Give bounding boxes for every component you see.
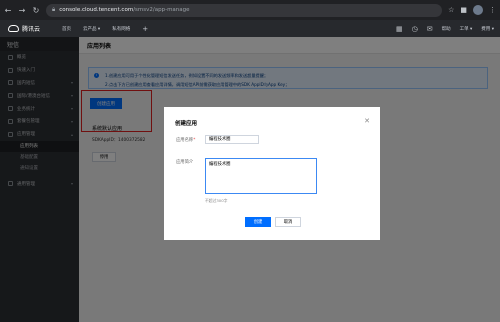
console-topnav: 腾讯云 首页 云产品 ▾ 私有网络 + ▦ ◷ ✉ 帮助 工单 ▾ 费用 ▾ [0, 20, 500, 37]
address-bar[interactable]: 🔒︎ console.cloud.tencent.com/smsv2/app-m… [46, 3, 443, 17]
forward-icon[interactable]: → [18, 6, 26, 15]
mail-icon[interactable]: ✉ [427, 25, 433, 33]
extension-icon[interactable]: ■ [460, 6, 467, 14]
browser-toolbar: ← → ↻ 🔒︎ console.cloud.tencent.com/smsv2… [0, 0, 500, 20]
logo-text: 腾讯云 [22, 26, 41, 33]
profile-avatar[interactable] [473, 5, 483, 15]
app-name-label: 应用名称* [176, 137, 195, 143]
clock-icon[interactable]: ◷ [412, 25, 418, 33]
dialog-title: 创建应用 [175, 121, 198, 127]
topnav-home[interactable]: 首页 [56, 26, 77, 32]
close-icon[interactable]: ✕ [364, 117, 370, 125]
grid-icon[interactable]: ▦ [396, 25, 403, 33]
create-app-dialog: 创建应用 ✕ 应用名称* 编程技术圈 应用简介 编程技术圈 不超过300字 创建… [164, 107, 380, 240]
app-desc-textarea[interactable]: 编程技术圈 [205, 158, 317, 194]
url-host: console.cloud.tencent.com [59, 7, 134, 13]
topnav-vpc[interactable]: 私有网络 [106, 26, 136, 32]
url-path: /smsv2/app-manage [133, 7, 190, 13]
cloud-logo-icon [8, 25, 19, 32]
topnav-products[interactable]: 云产品 ▾ [77, 26, 106, 32]
add-shortcut-icon[interactable]: + [136, 25, 154, 33]
char-limit-hint: 不超过300字 [205, 198, 228, 203]
tencent-cloud-logo[interactable]: 腾讯云 [0, 24, 56, 33]
menu-dots-icon[interactable]: ⋮ [489, 6, 496, 14]
required-mark: * [193, 138, 196, 143]
topnav-help[interactable]: 帮助 [442, 26, 451, 32]
back-icon[interactable]: ← [4, 6, 12, 15]
app-name-input[interactable]: 编程技术圈 [205, 135, 259, 144]
app-name-label-text: 应用名称 [176, 138, 194, 143]
app-desc-label: 应用简介 [176, 160, 194, 165]
star-icon[interactable]: ☆ [448, 6, 454, 14]
create-button[interactable]: 创建 [245, 217, 271, 227]
topnav-billing[interactable]: 费用 ▾ [481, 26, 494, 32]
cancel-button[interactable]: 取消 [275, 217, 301, 227]
reload-icon[interactable]: ↻ [32, 6, 40, 15]
topnav-ticket[interactable]: 工单 ▾ [460, 26, 473, 32]
lock-icon: 🔒︎ [52, 6, 56, 13]
